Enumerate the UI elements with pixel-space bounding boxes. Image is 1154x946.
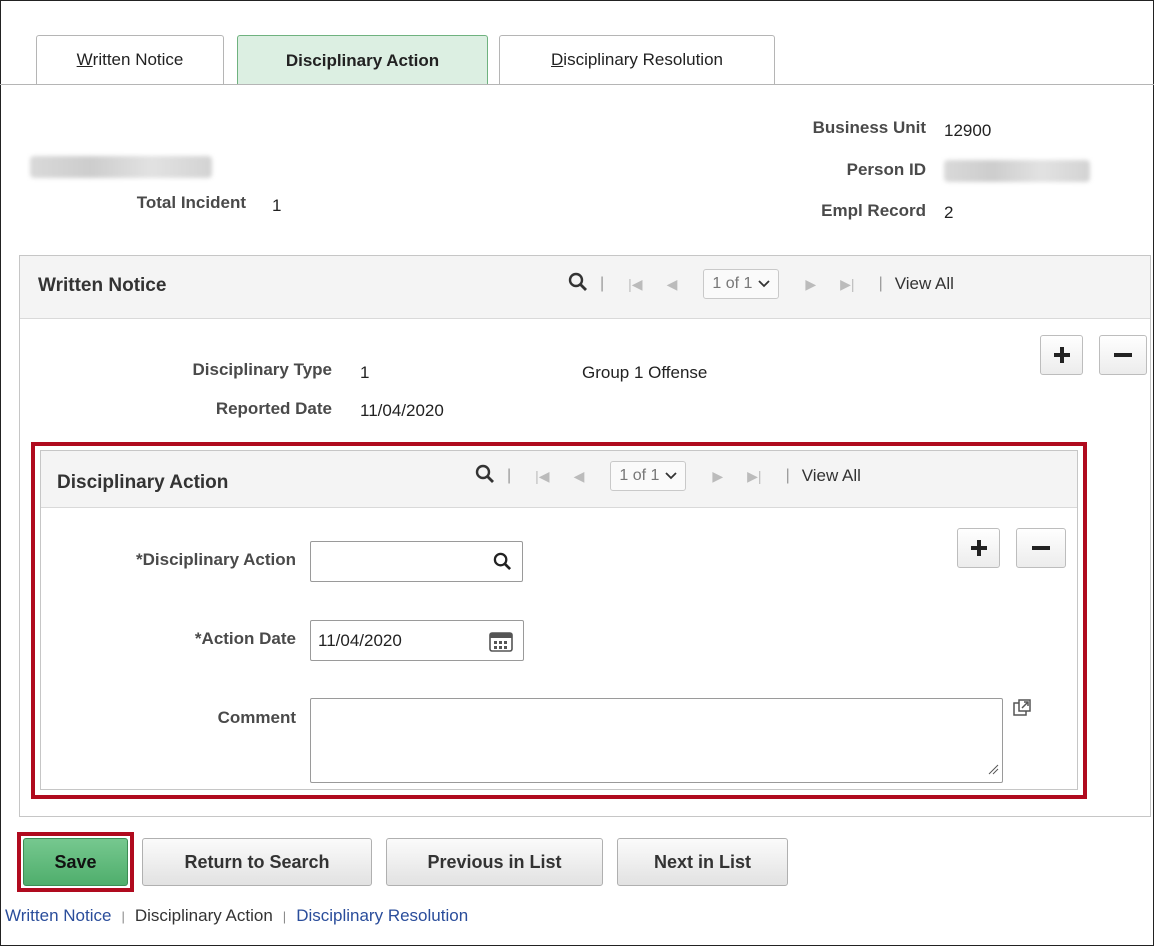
tab-disciplinary-resolution[interactable]: Disciplinary Resolution [499, 35, 775, 84]
tab-disciplinary-resolution-accesskey: D [551, 50, 564, 69]
footer-current-disciplinary-action: Disciplinary Action [134, 906, 273, 925]
tab-divider [0, 84, 1154, 85]
tab-disciplinary-resolution-label: isciplinary Resolution [563, 50, 723, 69]
minus-icon [1114, 353, 1132, 357]
tab-disciplinary-action[interactable]: Disciplinary Action [237, 35, 488, 85]
total-incident-label: Total Incident [136, 193, 246, 212]
tab-written-notice-label: ritten Notice [92, 50, 184, 69]
footer-links: Written Notice | Disciplinary Action | D… [5, 906, 468, 926]
footer-link-written-notice[interactable]: Written Notice [5, 906, 111, 926]
previous-icon[interactable]: ◀ [667, 276, 678, 293]
person-id-label: Person ID [846, 160, 926, 179]
reported-date-value: 11/04/2020 [360, 401, 444, 420]
first-icon[interactable]: |◀ [628, 276, 642, 293]
business-unit-value: 12900 [944, 121, 992, 140]
search-icon[interactable] [568, 272, 588, 297]
previous-in-list-button[interactable]: Previous in List [386, 838, 603, 886]
previous-in-list-label: Previous in List [427, 851, 562, 872]
written-notice-nav: | |◀ ◀ 1 of 1 ▶ ▶| | View All [568, 269, 954, 299]
written-notice-title: Written Notice [38, 275, 167, 296]
reported-date-label: Reported Date [215, 399, 332, 418]
written-notice-pager[interactable]: 1 of 1 [703, 269, 780, 299]
plus-icon [1053, 347, 1070, 363]
tab-written-notice-accesskey: W [76, 50, 93, 69]
tab-written-notice[interactable]: Written Notice [36, 35, 224, 84]
person-id-redacted [944, 160, 1090, 182]
tab-disciplinary-action-label: Disciplinary Action [285, 50, 440, 70]
footer-separator: | [121, 908, 125, 924]
written-notice-pager-value: 1 of 1 [712, 275, 753, 292]
add-row-button[interactable] [1040, 335, 1083, 375]
next-in-list-label: Next in List [653, 851, 751, 872]
chevron-down-icon [758, 275, 771, 293]
next-in-list-button[interactable]: Next in List [617, 838, 788, 886]
return-to-search-button[interactable]: Return to Search [142, 838, 372, 886]
save-button-highlight [17, 832, 134, 892]
business-unit-label: Business Unit [812, 118, 926, 137]
written-notice-view-all[interactable]: View All [895, 274, 954, 294]
disciplinary-type-value: 1 [360, 363, 370, 382]
return-to-search-label: Return to Search [184, 851, 330, 872]
employee-name-redacted [30, 156, 212, 178]
disciplinary-type-description: Group 1 Offense [582, 363, 708, 382]
footer-link-disciplinary-resolution[interactable]: Disciplinary Resolution [296, 906, 468, 926]
footer-separator: | [282, 908, 287, 924]
written-notice-header: Written Notice | |◀ ◀ 1 of 1 ▶ ▶| | View… [20, 256, 1150, 319]
disciplinary-action-highlight [31, 442, 1087, 799]
last-icon[interactable]: ▶| [840, 276, 854, 293]
total-incident-value: 1 [272, 196, 282, 215]
next-icon[interactable]: ▶ [805, 276, 816, 293]
empl-record-label: Empl Record [821, 201, 926, 220]
delete-row-button[interactable] [1099, 335, 1147, 375]
empl-record-value: 2 [944, 203, 954, 222]
disciplinary-type-label: Disciplinary Type [192, 360, 332, 379]
